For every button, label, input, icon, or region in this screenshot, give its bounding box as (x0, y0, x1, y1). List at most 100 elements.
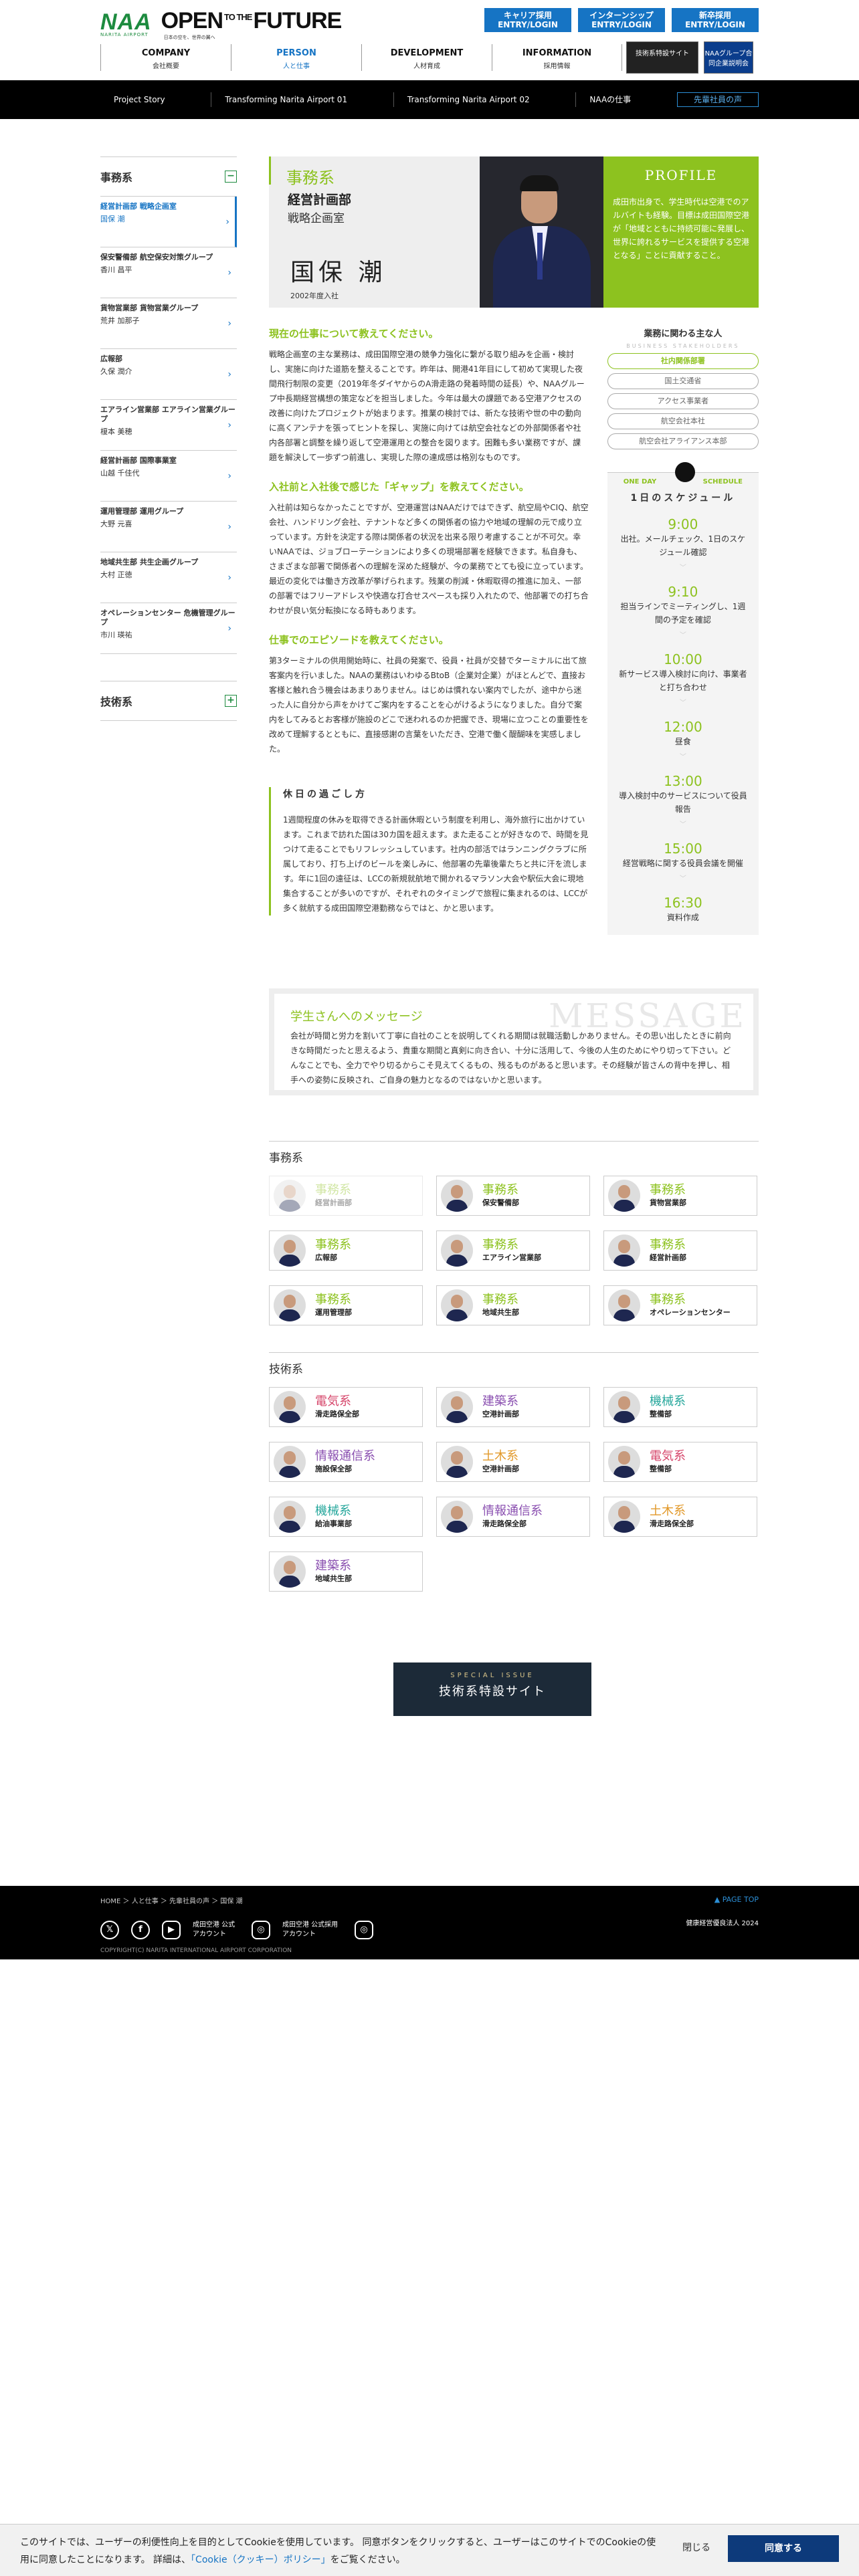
chevron-right-icon: › (227, 623, 231, 634)
collapse-icon[interactable]: − (225, 171, 237, 183)
subnav-senior-voices[interactable]: 先輩社員の声 (676, 92, 759, 107)
employee-card[interactable]: 建築系 地域共生部 (269, 1551, 423, 1592)
chevron-down-icon: ﹀ (679, 700, 686, 707)
entry-buttons: キャリア採用 ENTRY/LOGIN インターンシップ ENTRY/LOGIN 新卒… (484, 8, 759, 32)
avatar (274, 1289, 306, 1321)
expand-icon[interactable]: + (225, 695, 237, 707)
subnav-transforming-02[interactable]: Transforming Narita Airport 02 (393, 92, 543, 107)
sidebar: 事務系 − 経営計画部 戦略企画室 国保 潮 › 保安警備部 航空保安対策グループ 香川… (100, 156, 237, 1716)
sidebar-item[interactable]: 運用管理部 運用グループ 大野 元喜 › (100, 502, 237, 552)
copyright: COPYRIGHT(C) NARITA INTERNATIONAL AIRPOR… (100, 1947, 292, 1954)
sidebar-item[interactable]: オペレーションセンター 危機管理グループ 市川 瑛祐 › (100, 603, 237, 654)
site-logo[interactable]: NAA NARITA AIRPORT OPEN TO THEFUTURE 日本の空を、… (100, 8, 342, 41)
employee-card[interactable]: 機械系 整備部 (603, 1387, 757, 1427)
group-seminar-banner[interactable]: NAAグループ合同企業説明会 (704, 41, 753, 74)
stakeholder-tag: 社内関係部署 (607, 353, 759, 369)
employee-card[interactable]: 土木系 空港計画部 (436, 1442, 590, 1482)
chevron-down-icon: ﹀ (679, 821, 686, 829)
sidebar-admin-header[interactable]: 事務系 − (100, 156, 237, 197)
q1-title: 現在の仕事について教えてください。 (269, 328, 439, 340)
hero-name: 国保 潮 (290, 259, 387, 286)
card-dept: 整備部 (650, 1465, 672, 1473)
sidebar-item[interactable]: エアライン営業部 エアライン営業グループ 榎本 美穂 › (100, 400, 237, 451)
employee-card[interactable]: 事務系 運用管理部 (269, 1285, 423, 1325)
page-top-link[interactable]: ▲ PAGE TOP (714, 1895, 759, 1904)
employee-card[interactable]: 事務系 経営計画部 (269, 1176, 423, 1216)
card-dept: 広報部 (315, 1253, 337, 1262)
employee-card[interactable]: 情報通信系 滑走路保全部 (436, 1497, 590, 1537)
employee-card[interactable]: 事務系 貨物営業部 (603, 1176, 757, 1216)
subnav-naa-work[interactable]: NAAの仕事 (575, 92, 644, 107)
card-dept: 貨物営業部 (650, 1198, 686, 1207)
card-category: 事務系 (482, 1293, 518, 1307)
avatar (441, 1446, 473, 1478)
nav-company[interactable]: COMPANY 会社概要 (100, 44, 231, 71)
avatar (274, 1391, 306, 1423)
message-title: 学生さんへのメッセージ (290, 1010, 423, 1024)
nav-information[interactable]: INFORMATION 採用情報 (492, 44, 622, 71)
employee-card[interactable]: 情報通信系 施設保全部 (269, 1442, 423, 1482)
avatar (274, 1235, 306, 1267)
employee-card[interactable]: 事務系 保安警備部 (436, 1176, 590, 1216)
card-dept: 運用管理部 (315, 1308, 352, 1317)
employee-card[interactable]: 事務系 エアライン営業部 (436, 1230, 590, 1271)
employee-card[interactable]: 事務系 経営計画部 (603, 1230, 757, 1271)
career-entry-button[interactable]: キャリア採用 ENTRY/LOGIN (484, 8, 571, 32)
employee-card[interactable]: 電気系 整備部 (603, 1442, 757, 1482)
sidebar-item[interactable]: 経営計画部 国際事業室 山越 千佳代 › (100, 451, 237, 502)
sidebar-item[interactable]: 地域共生部 共生企画グループ 大村 正徳 › (100, 552, 237, 603)
employee-card[interactable]: 土木系 滑走路保全部 (603, 1497, 757, 1537)
avatar (274, 1180, 306, 1212)
schedule-event: 12:00 昼食 ﹀ (607, 719, 759, 761)
nav-person[interactable]: PERSON 人と仕事 (231, 44, 361, 71)
admin-group-title: 事務系 (269, 1152, 303, 1165)
sidebar-item[interactable]: 保安警備部 航空保安対策グループ 香川 昌平 › (100, 247, 237, 298)
instagram-icon[interactable]: ◎ (252, 1921, 270, 1939)
tech-group-title: 技術系 (269, 1363, 303, 1376)
employee-card[interactable]: 事務系 広報部 (269, 1230, 423, 1271)
stakeholders-title: 業務に関わる主な人 (644, 329, 723, 339)
sidebar-item[interactable]: 広報部 久保 潤介 › (100, 349, 237, 400)
youtube-icon[interactable]: ▶ (162, 1921, 181, 1939)
subnav-project-story[interactable]: Project Story (100, 92, 179, 107)
card-category: 事務系 (315, 1293, 351, 1307)
card-category: 電気系 (650, 1449, 686, 1463)
tech-employees: 技術系 電気系 滑走路保全部 建築系 空港計画部 機械系 整備部 情報通信系 施設保全部 土木系… (269, 1352, 759, 1592)
employee-card[interactable]: 電気系 滑走路保全部 (269, 1387, 423, 1427)
special-site-banner[interactable]: SPECIAL ISSUE 技術系特設サイト (393, 1662, 591, 1716)
newgrad-entry-button[interactable]: 新卒採用 ENTRY/LOGIN (672, 8, 759, 32)
avatar (441, 1180, 473, 1212)
sidebar-tech-header[interactable]: 技術系 + (100, 681, 237, 721)
x-icon[interactable]: 𝕏 (100, 1921, 119, 1939)
clock-icon (674, 462, 695, 482)
card-dept: オペレーションセンター (650, 1308, 731, 1317)
sidebar-item[interactable]: 経営計画部 戦略企画室 国保 潮 › (100, 197, 237, 247)
schedule-event: 9:10 担当ラインでミーティングし、1週間の予定を確認 ﹀ (607, 584, 759, 639)
tech-site-banner[interactable]: 技術系特設サイト (626, 41, 698, 74)
breadcrumb[interactable]: HOME ＞ 人と仕事 ＞ 先輩社員の声 ＞ 国保 潮 (100, 1895, 243, 1905)
card-dept: 地域共生部 (482, 1308, 519, 1317)
schedule-event: 16:30 資料作成 (664, 895, 702, 922)
sns-label-official: 成田空港 公式アカウント (193, 1921, 235, 1938)
sidebar-item[interactable]: 貨物営業部 貨物営業グループ 荒井 加那子 › (100, 298, 237, 349)
employee-card[interactable]: 事務系 地域共生部 (436, 1285, 590, 1325)
employee-photo (480, 156, 603, 308)
cookie-close-button[interactable]: 閉じる (682, 2541, 710, 2554)
nav-development[interactable]: DEVELOPMENT 人材育成 (361, 44, 492, 71)
admin-employees: 事務系 事務系 経営計画部 事務系 保安警備部 事務系 貨物営業部 事務系 広報部 事務系 エアラ… (269, 1141, 759, 1325)
employee-card[interactable]: 機械系 給油事業部 (269, 1497, 423, 1537)
intern-entry-button[interactable]: インターンシップ ENTRY/LOGIN (578, 8, 665, 32)
card-dept: 滑走路保全部 (650, 1519, 694, 1528)
facebook-icon[interactable]: f (131, 1921, 150, 1939)
cookie-policy-link[interactable]: 「Cookie（クッキー）ポリシー」 (191, 2555, 330, 2565)
employee-card[interactable]: 事務系 オペレーションセンター (603, 1285, 757, 1325)
instagram-icon[interactable]: ◎ (355, 1921, 373, 1939)
cookie-agree-button[interactable]: 同意する (728, 2535, 839, 2562)
subnav-transforming-01[interactable]: Transforming Narita Airport 01 (211, 92, 361, 107)
schedule-event: 13:00 導入検討中のサービスについて役員報告 ﹀ (607, 773, 759, 829)
avatar (274, 1555, 306, 1588)
chevron-right-icon: › (227, 522, 231, 532)
card-dept: 施設保全部 (315, 1465, 352, 1473)
avatar (441, 1235, 473, 1267)
employee-card[interactable]: 建築系 空港計画部 (436, 1387, 590, 1427)
